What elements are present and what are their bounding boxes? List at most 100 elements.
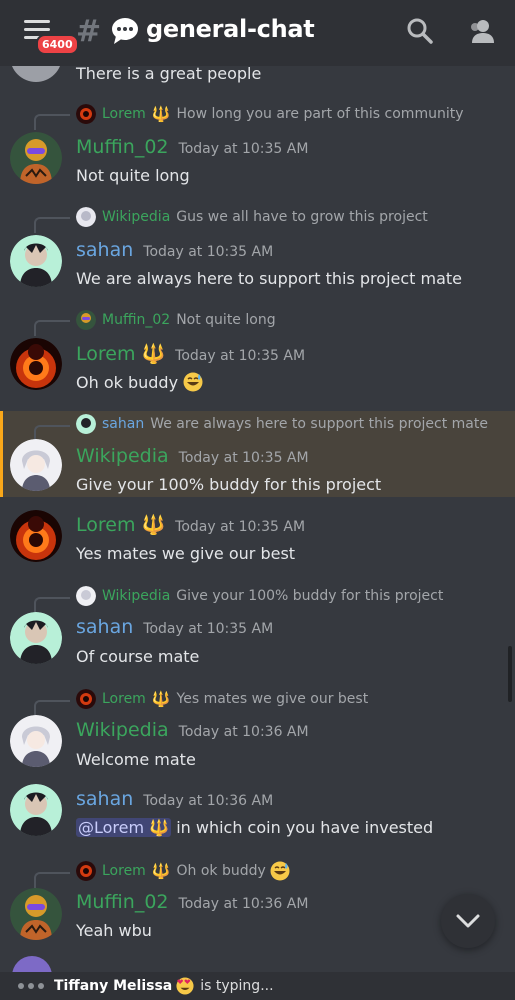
timestamp: Today at 10:36 AM	[178, 896, 309, 912]
reply-author[interactable]: Muffin_02	[102, 312, 170, 328]
timestamp: Today at 10:35 AM	[143, 621, 274, 637]
reply-preview[interactable]: sahan We are always here to support this…	[76, 413, 488, 435]
timestamp: Today at 10:35 AM	[178, 141, 309, 157]
user-mention[interactable]: @Lorem 🔱	[76, 818, 172, 837]
reply-author[interactable]: Lorem	[102, 863, 146, 879]
reply-preview[interactable]: Lorem 🔱 How long you are part of this co…	[76, 103, 464, 125]
message-meta: sahan Today at 10:35 AM	[76, 616, 273, 642]
message[interactable]: sahan Today at 10:36 AM @Lorem 🔱 in whic…	[0, 784, 515, 850]
avatar[interactable]	[10, 235, 62, 287]
reply-connector	[34, 217, 70, 233]
reply-preview[interactable]: Lorem 🔱 Oh ok buddy	[76, 860, 290, 882]
scrollbar[interactable]	[508, 646, 512, 702]
reply-author[interactable]: Lorem	[102, 106, 146, 122]
reply-text: Yes mates we give our best	[176, 691, 369, 707]
message-text: We are always here to support this proje…	[76, 269, 463, 288]
username[interactable]: sahan	[76, 788, 133, 810]
message-meta: Muffin_02 Today at 10:35 AM	[76, 136, 308, 162]
channel-hash-icon: #	[76, 14, 102, 49]
reply-author[interactable]: Wikipedia	[102, 588, 170, 604]
search-icon[interactable]	[406, 17, 434, 45]
username[interactable]: Wikipedia	[76, 445, 169, 467]
message-text: Welcome mate	[76, 750, 196, 769]
timestamp: Today at 10:36 AM	[143, 793, 274, 809]
message-text: Give your 100% buddy for this project	[76, 475, 382, 494]
avatar[interactable]	[10, 888, 62, 940]
message-meta: Wikipedia Today at 10:35 AM	[76, 445, 309, 471]
chevron-down-icon	[456, 914, 480, 928]
message-meta: sahan Today at 10:36 AM	[76, 788, 273, 814]
typing-user: Tiffany Melissa	[54, 978, 173, 994]
reply-preview[interactable]: Wikipedia Gus we all have to grow this p…	[76, 206, 428, 228]
trident-icon: 🔱	[151, 690, 171, 708]
trident-icon: 🔱	[141, 514, 166, 536]
message-text-content: Oh ok buddy	[76, 373, 179, 392]
message-text: Of course mate	[76, 647, 200, 666]
username[interactable]: sahan	[76, 239, 133, 261]
reply-connector	[34, 320, 70, 336]
avatar-mini	[76, 310, 96, 330]
reply-text: How long you are part of this community	[176, 106, 464, 122]
message-highlighted[interactable]: sahan We are always here to support this…	[0, 411, 515, 497]
channel-header: 6400 # general-chat	[0, 0, 515, 66]
avatar-mini	[76, 414, 96, 434]
timestamp: Today at 10:35 AM	[175, 348, 306, 364]
message[interactable]: Lorem 🔱 Oh ok buddy Muffin_02 Today at 1…	[0, 858, 515, 958]
message-text: Oh ok buddy	[76, 372, 203, 392]
reply-connector	[34, 700, 70, 716]
reply-text: Give your 100% buddy for this project	[176, 588, 444, 604]
message[interactable]: Wikipedia Give your 100% buddy for this …	[0, 583, 515, 683]
message-meta: sahan Today at 10:35 AM	[76, 239, 273, 265]
avatar[interactable]	[10, 510, 62, 562]
avatar[interactable]	[10, 338, 62, 390]
reply-author[interactable]: Wikipedia	[102, 209, 170, 225]
reply-preview[interactable]: Lorem 🔱 Yes mates we give our best	[76, 688, 368, 710]
timestamp: Today at 10:36 AM	[178, 724, 309, 740]
message-text: Not quite long	[76, 166, 190, 185]
jump-to-bottom-button[interactable]	[441, 894, 495, 948]
reply-author[interactable]: sahan	[102, 416, 144, 432]
reply-connector	[34, 114, 70, 130]
message[interactable]: Lorem 🔱 How long you are part of this co…	[0, 100, 515, 200]
timestamp: Today at 10:35 AM	[175, 519, 306, 535]
avatar[interactable]	[10, 715, 62, 767]
reply-text: Oh ok buddy	[176, 863, 266, 879]
members-icon[interactable]	[468, 17, 496, 45]
typing-dots-icon	[18, 983, 44, 989]
reply-author[interactable]: Lorem	[102, 691, 146, 707]
avatar[interactable]	[10, 612, 62, 664]
avatar[interactable]	[10, 784, 62, 836]
timestamp: Today at 10:35 AM	[178, 450, 309, 466]
speech-balloon-icon	[112, 18, 138, 44]
username[interactable]: Lorem	[76, 343, 135, 365]
message-text: @Lorem 🔱 in which coin you have invested	[76, 818, 433, 837]
username[interactable]: Lorem	[76, 514, 135, 536]
message-text: Yes mates we give our best	[76, 544, 296, 563]
username[interactable]: Wikipedia	[76, 719, 169, 741]
username[interactable]: Muffin_02	[76, 891, 169, 913]
message-meta: Lorem 🔱 Today at 10:35 AM	[76, 513, 305, 539]
channel-title: general-chat	[146, 15, 315, 43]
message-text-content: in which coin you have invested	[176, 818, 434, 837]
reply-connector	[34, 872, 70, 888]
message[interactable]: Wikipedia Gus we all have to grow this p…	[0, 203, 515, 303]
avatar-mini	[76, 207, 96, 227]
avatar[interactable]	[10, 132, 62, 184]
avatar[interactable]	[10, 439, 62, 491]
reply-preview[interactable]: Wikipedia Give your 100% buddy for this …	[76, 585, 443, 607]
sweat-smile-emoji-icon	[183, 372, 203, 392]
username[interactable]: Muffin_02	[76, 136, 169, 158]
reply-text: We are always here to support this proje…	[150, 416, 488, 432]
message-meta: Wikipedia Today at 10:36 AM	[76, 719, 309, 745]
notification-badge: 6400	[36, 34, 79, 55]
timestamp: Today at 10:35 AM	[143, 244, 274, 260]
message-meta: Lorem 🔱 Today at 10:35 AM	[76, 342, 305, 368]
message[interactable]: Muffin_02 Not quite long Lorem 🔱 Today a…	[0, 306, 515, 406]
reply-preview[interactable]: Muffin_02 Not quite long	[76, 309, 276, 331]
avatar-mini	[76, 586, 96, 606]
heart-eyes-emoji-icon	[176, 977, 194, 995]
message[interactable]: Lorem 🔱 Today at 10:35 AM Yes mates we g…	[0, 508, 515, 578]
message[interactable]: Lorem 🔱 Yes mates we give our best Wikip…	[0, 686, 515, 786]
username[interactable]: sahan	[76, 616, 133, 638]
typing-suffix: is typing...	[200, 978, 274, 994]
